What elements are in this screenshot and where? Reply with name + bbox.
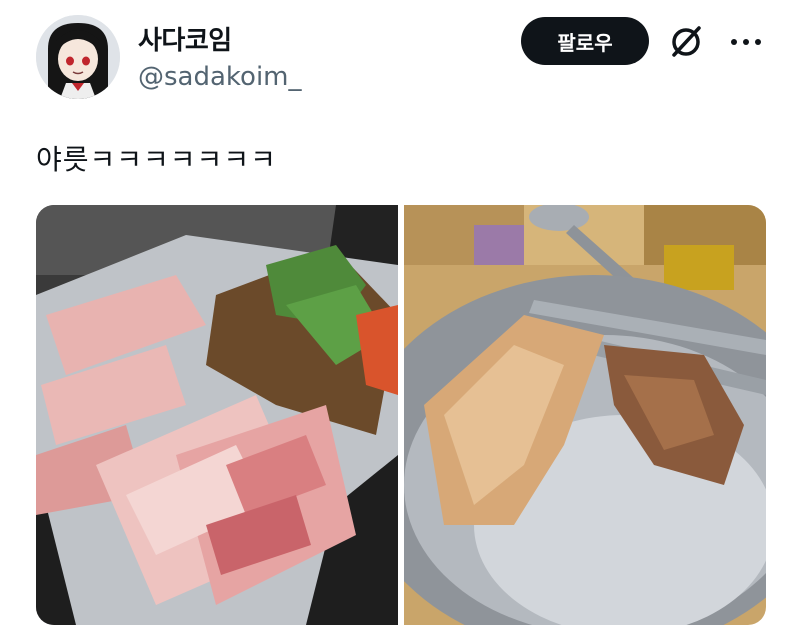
tweet-header: 사다코임 @sadakoim_ 팔로우: [0, 0, 800, 110]
tweet-media: [36, 205, 766, 625]
tweet-text: 야릇ㅋㅋㅋㅋㅋㅋㅋ: [36, 143, 277, 176]
user-handle[interactable]: @sadakoim_: [138, 62, 302, 92]
photo-pork-belly-tray[interactable]: [36, 205, 398, 625]
photo-grilled-meat-tongs[interactable]: [404, 205, 766, 625]
follow-button[interactable]: 팔로우: [521, 17, 649, 65]
grok-icon[interactable]: [666, 22, 706, 62]
more-icon[interactable]: [726, 22, 766, 62]
display-name[interactable]: 사다코임: [138, 20, 232, 57]
avatar[interactable]: [36, 15, 120, 99]
